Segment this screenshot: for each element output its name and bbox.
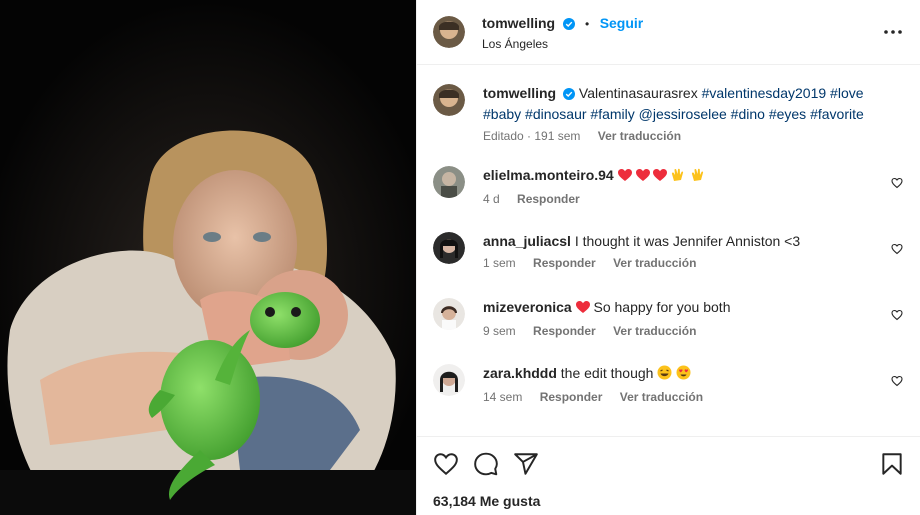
comment-text: anna_juliacsl I thought it was Jennifer … <box>483 232 903 251</box>
caption-body: Valentinasaurasrex <box>578 85 698 101</box>
post-location[interactable]: Los Ángeles <box>482 37 548 51</box>
follow-button[interactable]: Seguir <box>600 15 644 31</box>
comment-body: So happy for you both <box>593 299 731 315</box>
comment-item: anna_juliacsl I thought it was Jennifer … <box>433 232 903 270</box>
comment-time: 9 sem <box>483 324 516 338</box>
verified-badge-icon <box>563 86 576 105</box>
comment-time: 4 d <box>483 192 500 206</box>
laughing-face-emoji <box>657 365 672 385</box>
share-icon[interactable] <box>513 451 539 477</box>
post-header: tomwelling • Seguir Los Ángeles <box>417 0 920 65</box>
caption-text: tomwelling Valentinasaurasrex #valentine… <box>483 84 903 124</box>
post-caption: tomwelling Valentinasaurasrex #valentine… <box>433 84 903 143</box>
comment-text: elielma.monteiro.94 <box>483 166 903 187</box>
author-username[interactable]: tomwelling <box>482 15 555 31</box>
caption-avatar[interactable] <box>433 84 465 116</box>
comment-time: 14 sem <box>483 390 523 404</box>
comment-text: zara.khddd the edit though <box>483 364 903 385</box>
comment-body: I thought it was Jennifer Anniston <3 <box>574 233 801 249</box>
comment-body: the edit though <box>560 365 654 381</box>
more-options-icon[interactable] <box>883 24 903 40</box>
commenter-username[interactable]: anna_juliacsl <box>483 233 571 249</box>
red-heart-emoji <box>575 300 590 319</box>
translate-link[interactable]: Ver traducción <box>620 390 703 404</box>
comment-meta: 1 sem Responder Ver traducción <box>483 256 903 270</box>
caption-username[interactable]: tomwelling <box>483 85 556 101</box>
red-heart-emoji <box>653 168 668 187</box>
post-image <box>0 0 416 515</box>
comment-meta: 14 sem Responder Ver traducción <box>483 390 903 404</box>
separator-dot: • <box>585 17 590 31</box>
commenter-avatar[interactable] <box>433 166 465 198</box>
reply-button[interactable]: Responder <box>533 324 596 338</box>
post-actions-bar: 63,184 Me gusta <box>417 436 920 515</box>
heart-icon[interactable] <box>891 308 903 321</box>
caption-translate-link[interactable]: Ver traducción <box>598 129 681 143</box>
post-details-panel: tomwelling • Seguir Los Ángeles tomwelli… <box>416 0 920 515</box>
comments-section[interactable]: tomwelling Valentinasaurasrex #valentine… <box>417 66 920 436</box>
caption-meta: Editado · 191 sem Ver traducción <box>483 129 903 143</box>
author-line: tomwelling • Seguir <box>482 15 643 35</box>
translate-link[interactable]: Ver traducción <box>613 324 696 338</box>
heart-icon[interactable] <box>891 374 903 387</box>
commenter-username[interactable]: zara.khddd <box>483 365 557 381</box>
author-avatar[interactable] <box>433 16 465 48</box>
comment-item: elielma.monteiro.94 4 d Responder <box>433 166 903 206</box>
red-heart-emoji <box>617 168 632 187</box>
clapping-hands-emoji <box>691 168 707 187</box>
reply-button[interactable]: Responder <box>540 390 603 404</box>
red-heart-emoji <box>635 168 650 187</box>
heart-eyes-emoji <box>676 365 691 385</box>
commenter-avatar[interactable] <box>433 232 465 264</box>
commenter-avatar[interactable] <box>433 364 465 396</box>
comment-item: mizeveronica So happy for you both 9 sem… <box>433 298 903 338</box>
verified-badge-icon <box>562 17 575 35</box>
caption-edited: Editado · 191 sem <box>483 129 581 143</box>
translate-link[interactable]: Ver traducción <box>613 256 696 270</box>
reply-button[interactable]: Responder <box>533 256 596 270</box>
commenter-username[interactable]: mizeveronica <box>483 299 572 315</box>
clapping-hands-emoji <box>671 168 687 187</box>
likes-count[interactable]: 63,184 Me gusta <box>433 493 540 509</box>
heart-icon[interactable] <box>891 242 903 255</box>
comment-text: mizeveronica So happy for you both <box>483 298 903 319</box>
comment-icon[interactable] <box>473 451 499 477</box>
heart-icon[interactable] <box>891 176 903 189</box>
commenter-username[interactable]: elielma.monteiro.94 <box>483 167 614 183</box>
comment-meta: 9 sem Responder Ver traducción <box>483 324 903 338</box>
comment-meta: 4 d Responder <box>483 192 903 206</box>
post-photo[interactable] <box>0 0 416 515</box>
comment-time: 1 sem <box>483 256 516 270</box>
comment-item: zara.khddd the edit though 14 sem Respon… <box>433 364 903 404</box>
commenter-avatar[interactable] <box>433 298 465 330</box>
reply-button[interactable]: Responder <box>517 192 580 206</box>
bookmark-icon[interactable] <box>879 451 905 477</box>
like-heart-icon[interactable] <box>433 451 459 477</box>
